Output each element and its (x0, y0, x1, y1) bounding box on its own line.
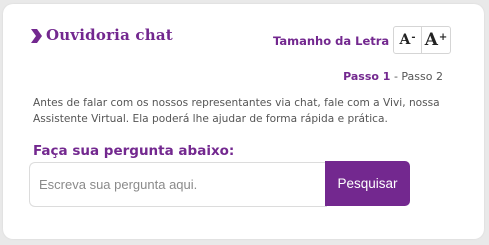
intro-text: Antes de falar com os nossos representan… (33, 97, 440, 125)
question-input[interactable] (29, 162, 327, 207)
chat-card: Ouvidoria chat Tamanho da Letra A- A + Pa… (3, 4, 484, 239)
increase-font-button[interactable]: A + (421, 26, 451, 54)
chevron-right-icon (31, 29, 42, 43)
search-button[interactable]: Pesquisar (325, 161, 410, 206)
step-next: Passo 2 (401, 70, 443, 83)
step-indicator: Passo 1 - Passo 2 (343, 70, 443, 83)
question-label: Faça sua pergunta abaixo: (33, 143, 235, 159)
decrease-font-suffix: - (411, 31, 416, 43)
decrease-font-label: A (399, 32, 411, 48)
step-separator: - (393, 70, 398, 83)
decrease-font-button[interactable]: A- (393, 26, 422, 54)
page-title: Ouvidoria chat (46, 26, 173, 44)
step-current: Passo 1 (343, 70, 391, 83)
font-size-label: Tamanho da Letra (273, 34, 390, 48)
increase-font-suffix: + (438, 31, 448, 43)
increase-font-label: A (424, 30, 438, 50)
